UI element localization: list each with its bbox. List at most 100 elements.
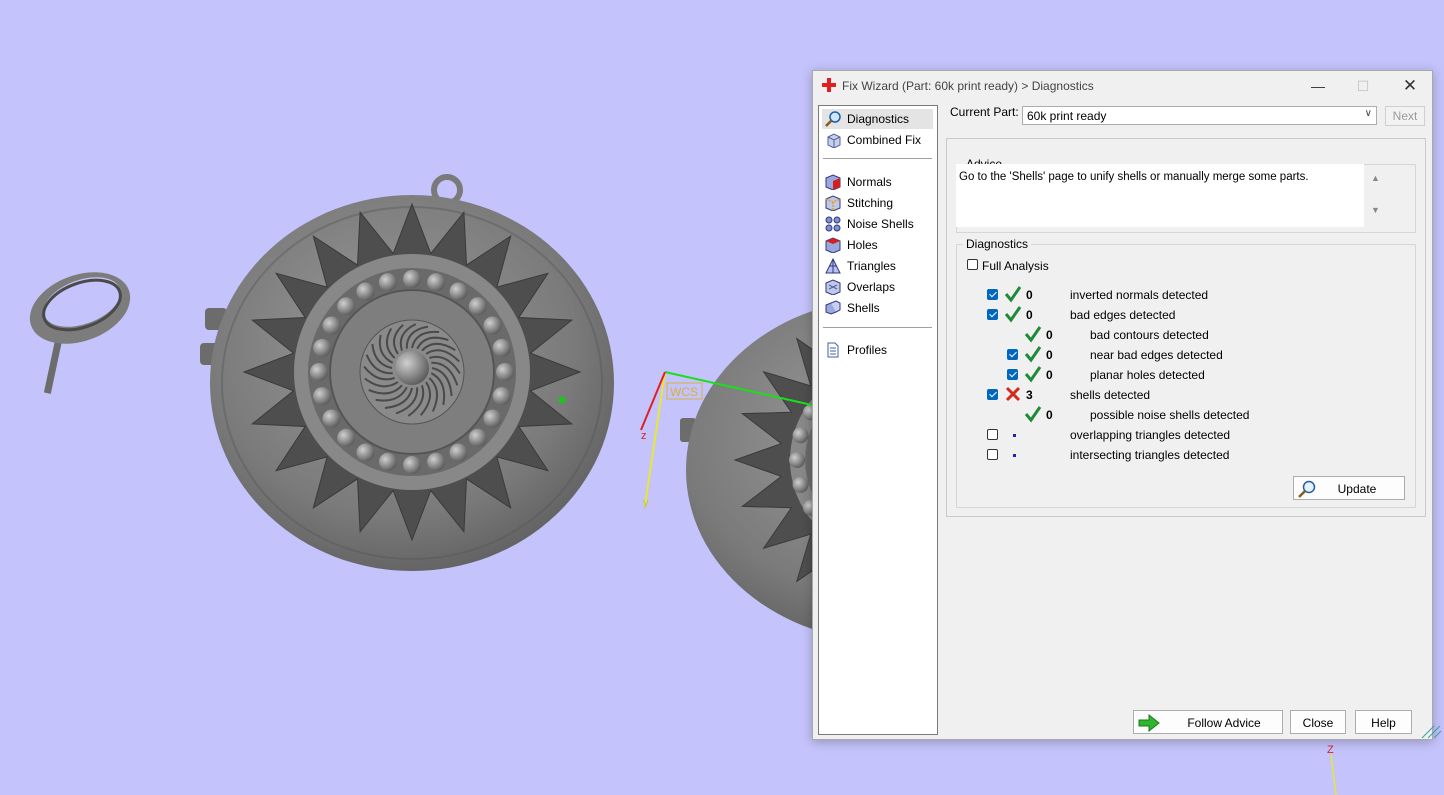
title-bar[interactable]: Fix Wizard (Part: 60k print ready) > Dia…: [813, 71, 1432, 101]
noise-shells-icon: [825, 216, 841, 232]
document-icon: [827, 342, 839, 358]
sidebar-item-label: Stitching: [847, 196, 894, 210]
pending-dot-icon: [1013, 434, 1016, 437]
near-bad-edges-count: 0: [1046, 348, 1053, 362]
bad-contours-label: bad contours detected: [1090, 328, 1209, 342]
diagnostics-panel: Advice Go to the 'Shells' page to unify …: [946, 138, 1426, 517]
sidebar-item-label: Noise Shells: [847, 217, 914, 231]
sidebar-item-diagnostics[interactable]: Diagnostics: [822, 109, 933, 129]
scroll-down-icon[interactable]: ▼: [1371, 205, 1380, 215]
sidebar-item-label: Profiles: [847, 343, 888, 357]
green-check-icon: [1004, 286, 1022, 303]
wizard-sidebar: Diagnostics Combined Fix Normals Stitchi…: [818, 105, 938, 735]
overlapping-triangles-checkbox[interactable]: [987, 429, 998, 440]
shells-icon: [825, 300, 841, 315]
follow-advice-label: Follow Advice: [1187, 716, 1261, 730]
sidebar-item-label: Diagnostics: [847, 112, 910, 126]
cube-icon: [827, 133, 841, 148]
update-button[interactable]: Update: [1293, 476, 1405, 500]
maximize-button[interactable]: ☐: [1348, 75, 1378, 97]
update-label: Update: [1337, 482, 1377, 496]
dialog-title: Fix Wizard (Part: 60k print ready) > Dia…: [842, 79, 1094, 93]
green-check-icon: [1024, 366, 1042, 383]
intersecting-triangles-checkbox[interactable]: [987, 449, 998, 460]
sidebar-item-noise-shells[interactable]: Noise Shells: [822, 214, 933, 234]
close-label: Close: [1302, 716, 1334, 730]
green-check-icon: [1024, 406, 1042, 423]
overlapping-triangles-label: overlapping triangles detected: [1070, 428, 1231, 442]
fix-wizard-dialog: Fix Wizard (Part: 60k print ready) > Dia…: [812, 70, 1433, 740]
planar-holes-label: planar holes detected: [1090, 368, 1205, 382]
stitching-cube-icon: [825, 195, 841, 211]
planar-holes-checkbox[interactable]: [1007, 369, 1018, 380]
ring-part-model: [29, 272, 131, 394]
normals-cube-icon: [825, 174, 841, 190]
inverted-normals-count: 0: [1026, 288, 1033, 302]
red-cross-icon: [1005, 386, 1021, 402]
sidebar-item-label: Shells: [847, 301, 880, 315]
sidebar-item-label: Holes: [847, 238, 878, 252]
diagnostics-title: Diagnostics: [963, 237, 1032, 251]
sidebar-item-triangles[interactable]: Triangles: [822, 256, 933, 276]
holes-cube-icon: [825, 237, 841, 253]
shells-count: 3: [1026, 388, 1033, 402]
current-part-select[interactable]: 60k print ready ∨: [1022, 106, 1377, 125]
near-bad-edges-label: near bad edges detected: [1090, 348, 1223, 362]
near-bad-edges-checkbox[interactable]: [1007, 349, 1018, 360]
magnifier-icon: [825, 111, 841, 127]
current-part-label: Current Part:: [950, 105, 1019, 119]
red-cross-icon: [822, 78, 836, 92]
overlaps-icon: [825, 279, 841, 295]
pending-dot-icon: [1013, 454, 1016, 457]
resize-grip-icon[interactable]: [1418, 725, 1442, 739]
sidebar-item-shells[interactable]: Shells: [822, 298, 933, 318]
advice-text: Go to the 'Shells' page to unify shells …: [959, 171, 1309, 183]
current-part-value: 60k print ready: [1027, 109, 1107, 123]
advice-textbox[interactable]: Go to the 'Shells' page to unify shells …: [956, 164, 1364, 227]
noise-shells-label: possible noise shells detected: [1090, 408, 1250, 422]
axis-y-label: y: [643, 497, 649, 509]
green-arrow-icon: [1138, 714, 1160, 732]
close-window-button[interactable]: ✕: [1395, 75, 1425, 97]
triangles-icon: [825, 258, 841, 274]
orientation-axis: Z: [1327, 744, 1337, 795]
planar-holes-count: 0: [1046, 368, 1053, 382]
bad-edges-count: 0: [1026, 308, 1033, 322]
bad-edges-checkbox[interactable]: [987, 309, 998, 320]
sidebar-item-stitching[interactable]: Stitching: [822, 193, 933, 213]
sidebar-item-overlaps[interactable]: Overlaps: [822, 277, 933, 297]
bad-edges-label: bad edges detected: [1070, 308, 1176, 322]
noise-shells-count: 0: [1046, 408, 1053, 422]
intersecting-triangles-label: intersecting triangles detected: [1070, 448, 1230, 462]
minimize-button[interactable]: —: [1303, 75, 1333, 97]
help-button[interactable]: Help: [1355, 710, 1412, 734]
sidebar-item-label: Combined Fix: [847, 133, 922, 147]
close-button[interactable]: Close: [1290, 710, 1346, 734]
inverted-normals-checkbox[interactable]: [987, 289, 998, 300]
full-analysis-label: Full Analysis: [982, 259, 1049, 273]
shells-checkbox[interactable]: [987, 389, 998, 400]
sidebar-item-label: Normals: [847, 175, 892, 189]
green-check-icon: [1024, 326, 1042, 343]
locket-model: [200, 174, 614, 571]
scroll-up-icon[interactable]: ▲: [1371, 173, 1380, 183]
full-analysis-checkbox[interactable]: [967, 259, 978, 270]
green-check-icon: [1004, 306, 1022, 323]
wcs-label: WCS: [670, 385, 698, 399]
bad-contours-count: 0: [1046, 328, 1053, 342]
next-button[interactable]: Next: [1385, 106, 1425, 126]
green-check-icon: [1024, 346, 1042, 363]
sidebar-item-profiles[interactable]: Profiles: [822, 340, 933, 360]
sidebar-divider: [823, 327, 932, 328]
axis-z-label: z: [641, 430, 647, 442]
sidebar-item-label: Overlaps: [847, 280, 896, 294]
sidebar-item-normals[interactable]: Normals: [822, 172, 933, 192]
corner-axis-z-label: Z: [1327, 744, 1334, 756]
chevron-down-icon: ∨: [1364, 108, 1372, 119]
shells-label: shells detected: [1070, 388, 1151, 402]
follow-advice-button[interactable]: Follow Advice: [1133, 710, 1283, 734]
inverted-normals-label: inverted normals detected: [1070, 288, 1209, 302]
sidebar-item-combined-fix[interactable]: Combined Fix: [822, 130, 933, 150]
sidebar-item-holes[interactable]: Holes: [822, 235, 933, 255]
sidebar-divider: [823, 158, 932, 159]
